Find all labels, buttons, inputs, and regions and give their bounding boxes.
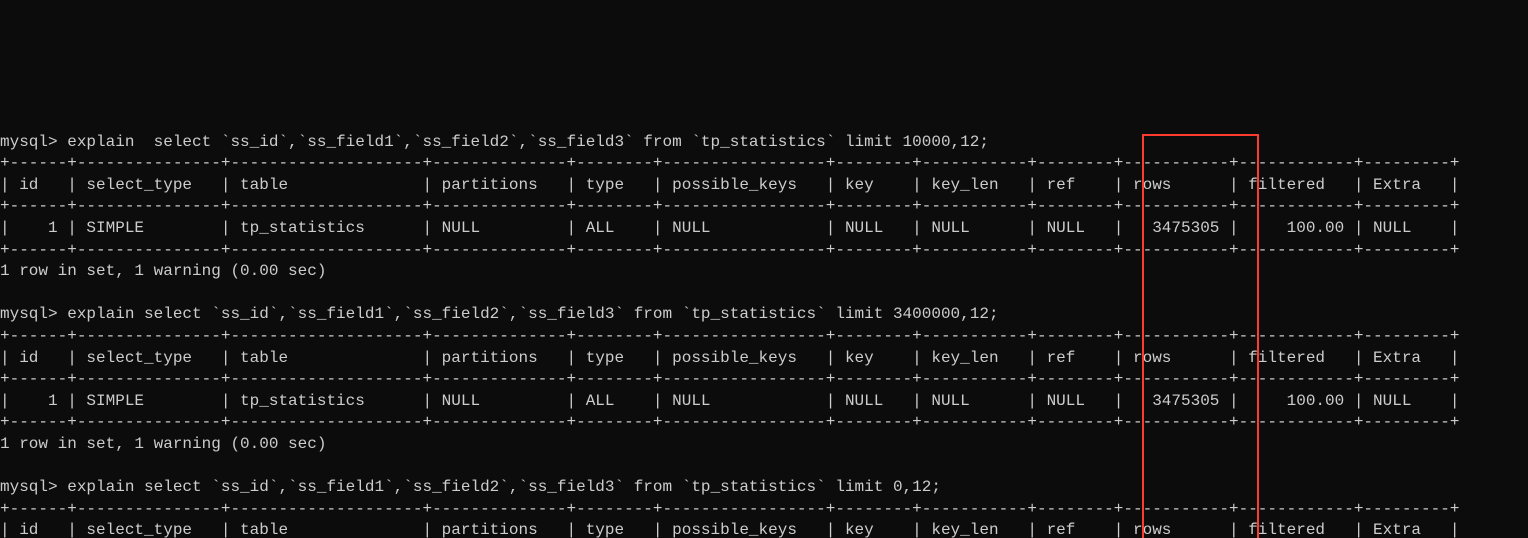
terminal-text: mysql> explain select `ss_id`,`ss_field1… — [0, 133, 1459, 538]
terminal-output: mysql> explain select `ss_id`,`ss_field1… — [0, 108, 1528, 538]
